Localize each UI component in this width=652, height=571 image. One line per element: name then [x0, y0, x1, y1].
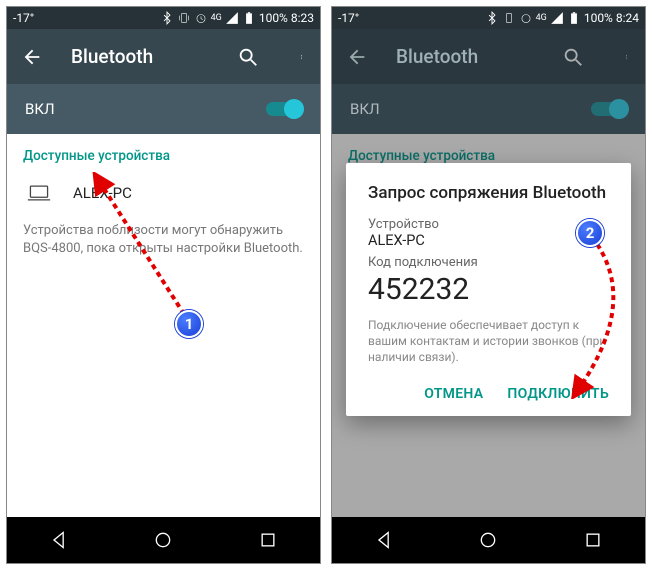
phone-screen-2: -17° 4G 100% 8:24 Bluetooth ВКЛ Доступны…: [331, 6, 646, 564]
search-icon[interactable]: [562, 46, 584, 68]
battery-percent: 100%: [584, 11, 613, 25]
app-bar: Bluetooth: [332, 29, 645, 84]
dialog-device-label: Устройство: [368, 217, 609, 232]
nav-bar: [332, 517, 645, 563]
content-area: Доступные устройства ALEX-PC Устройства …: [7, 134, 320, 517]
bluetooth-toggle-row: ВКЛ: [332, 84, 645, 134]
bluetooth-toggle-row[interactable]: ВКЛ: [7, 84, 320, 134]
bluetooth-icon: [160, 11, 174, 25]
visibility-hint: Устройства поблизости могут обнаружить B…: [23, 222, 304, 258]
bluetooth-icon: [485, 11, 499, 25]
cancel-button[interactable]: ОТМЕНА: [424, 386, 483, 402]
section-available-devices: Доступные устройства: [23, 148, 304, 164]
network-label: 4G: [211, 13, 222, 23]
device-name: ALEX-PC: [73, 184, 132, 202]
device-row[interactable]: ALEX-PC: [23, 178, 304, 218]
toggle-label: ВКЛ: [25, 100, 55, 118]
nav-home-icon[interactable]: [478, 530, 498, 550]
pairing-code: 452232: [368, 272, 609, 307]
overflow-menu-icon[interactable]: [301, 46, 306, 68]
back-icon[interactable]: [21, 46, 43, 68]
annotation-bubble-1: 1: [175, 310, 203, 338]
back-icon[interactable]: [346, 46, 368, 68]
toggle-switch[interactable]: [266, 102, 302, 116]
nav-recent-icon[interactable]: [258, 530, 278, 550]
phone-screen-1: -17° 4G 100% 8:23 Bluetooth ВКЛ Доступны…: [6, 6, 321, 564]
nav-bar: [7, 517, 320, 563]
dialog-title: Запрос сопряжения Bluetooth: [368, 183, 609, 203]
vibrate-icon: [502, 11, 516, 25]
clock: 8:24: [616, 11, 639, 25]
annotation-bubble-2: 2: [576, 219, 604, 247]
alarm-icon: [519, 11, 533, 25]
nav-back-icon[interactable]: [49, 530, 69, 550]
temperature: -17°: [13, 11, 34, 25]
page-title: Bluetooth: [71, 45, 209, 68]
status-bar: -17° 4G 100% 8:24: [332, 7, 645, 29]
toggle-switch: [591, 102, 627, 116]
nav-recent-icon[interactable]: [583, 530, 603, 550]
signal-icon: [550, 11, 564, 25]
nav-back-icon[interactable]: [374, 530, 394, 550]
signal-icon: [225, 11, 239, 25]
section-available-devices: Доступные устройства: [348, 148, 629, 164]
dialog-actions: ОТМЕНА ПОДКЛЮЧИТЬ: [368, 380, 609, 406]
temperature: -17°: [338, 11, 359, 25]
overflow-menu-icon[interactable]: [626, 46, 631, 68]
clock: 8:23: [291, 11, 314, 25]
battery-percent: 100%: [259, 11, 288, 25]
dialog-hint: Подключение обеспечивает доступ к вашим …: [368, 317, 609, 366]
toggle-label: ВКЛ: [350, 100, 380, 118]
nav-home-icon[interactable]: [153, 530, 173, 550]
laptop-icon: [27, 184, 51, 202]
pair-button[interactable]: ПОДКЛЮЧИТЬ: [507, 386, 609, 402]
network-label: 4G: [536, 13, 547, 23]
page-title: Bluetooth: [396, 45, 534, 68]
status-bar: -17° 4G 100% 8:23: [7, 7, 320, 29]
vibrate-icon: [177, 11, 191, 25]
battery-icon: [567, 11, 581, 25]
alarm-icon: [194, 11, 208, 25]
pairing-dialog: Запрос сопряжения Bluetooth Устройство A…: [346, 163, 631, 416]
search-icon[interactable]: [237, 46, 259, 68]
dialog-device-name: ALEX-PC: [368, 232, 609, 249]
dialog-code-label: Код подключения: [368, 255, 609, 270]
app-bar: Bluetooth: [7, 29, 320, 84]
battery-icon: [242, 11, 256, 25]
